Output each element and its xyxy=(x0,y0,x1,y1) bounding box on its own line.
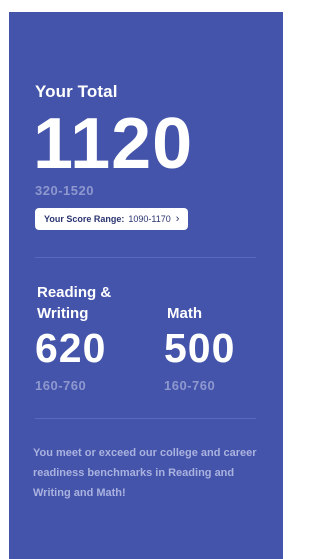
section-range-math: 160-760 xyxy=(164,378,216,393)
divider xyxy=(35,418,256,419)
divider xyxy=(35,257,256,258)
score-summary-card: Your Total 1120 320-1520 Your Score Rang… xyxy=(9,12,283,559)
score-range-button[interactable]: Your Score Range: 1090-1170 › xyxy=(35,208,189,230)
total-label: Your Total xyxy=(35,82,118,101)
section-score-math: 500 xyxy=(164,325,236,371)
benchmark-message: You meet or exceed our college and caree… xyxy=(33,447,257,499)
score-range-label: Your Score Range: xyxy=(44,214,125,224)
chevron-right-icon: › xyxy=(175,212,180,225)
total-score: 1120 xyxy=(33,104,194,184)
score-range-value: 1090-1170 xyxy=(128,214,171,224)
section-label-math: Math xyxy=(167,305,202,322)
section-label-reading-writing: Reading & Writing xyxy=(37,284,112,322)
section-score-reading-writing: 620 xyxy=(35,325,107,371)
total-range: 320-1520 xyxy=(35,183,94,198)
section-range-reading-writing: 160-760 xyxy=(35,378,87,393)
